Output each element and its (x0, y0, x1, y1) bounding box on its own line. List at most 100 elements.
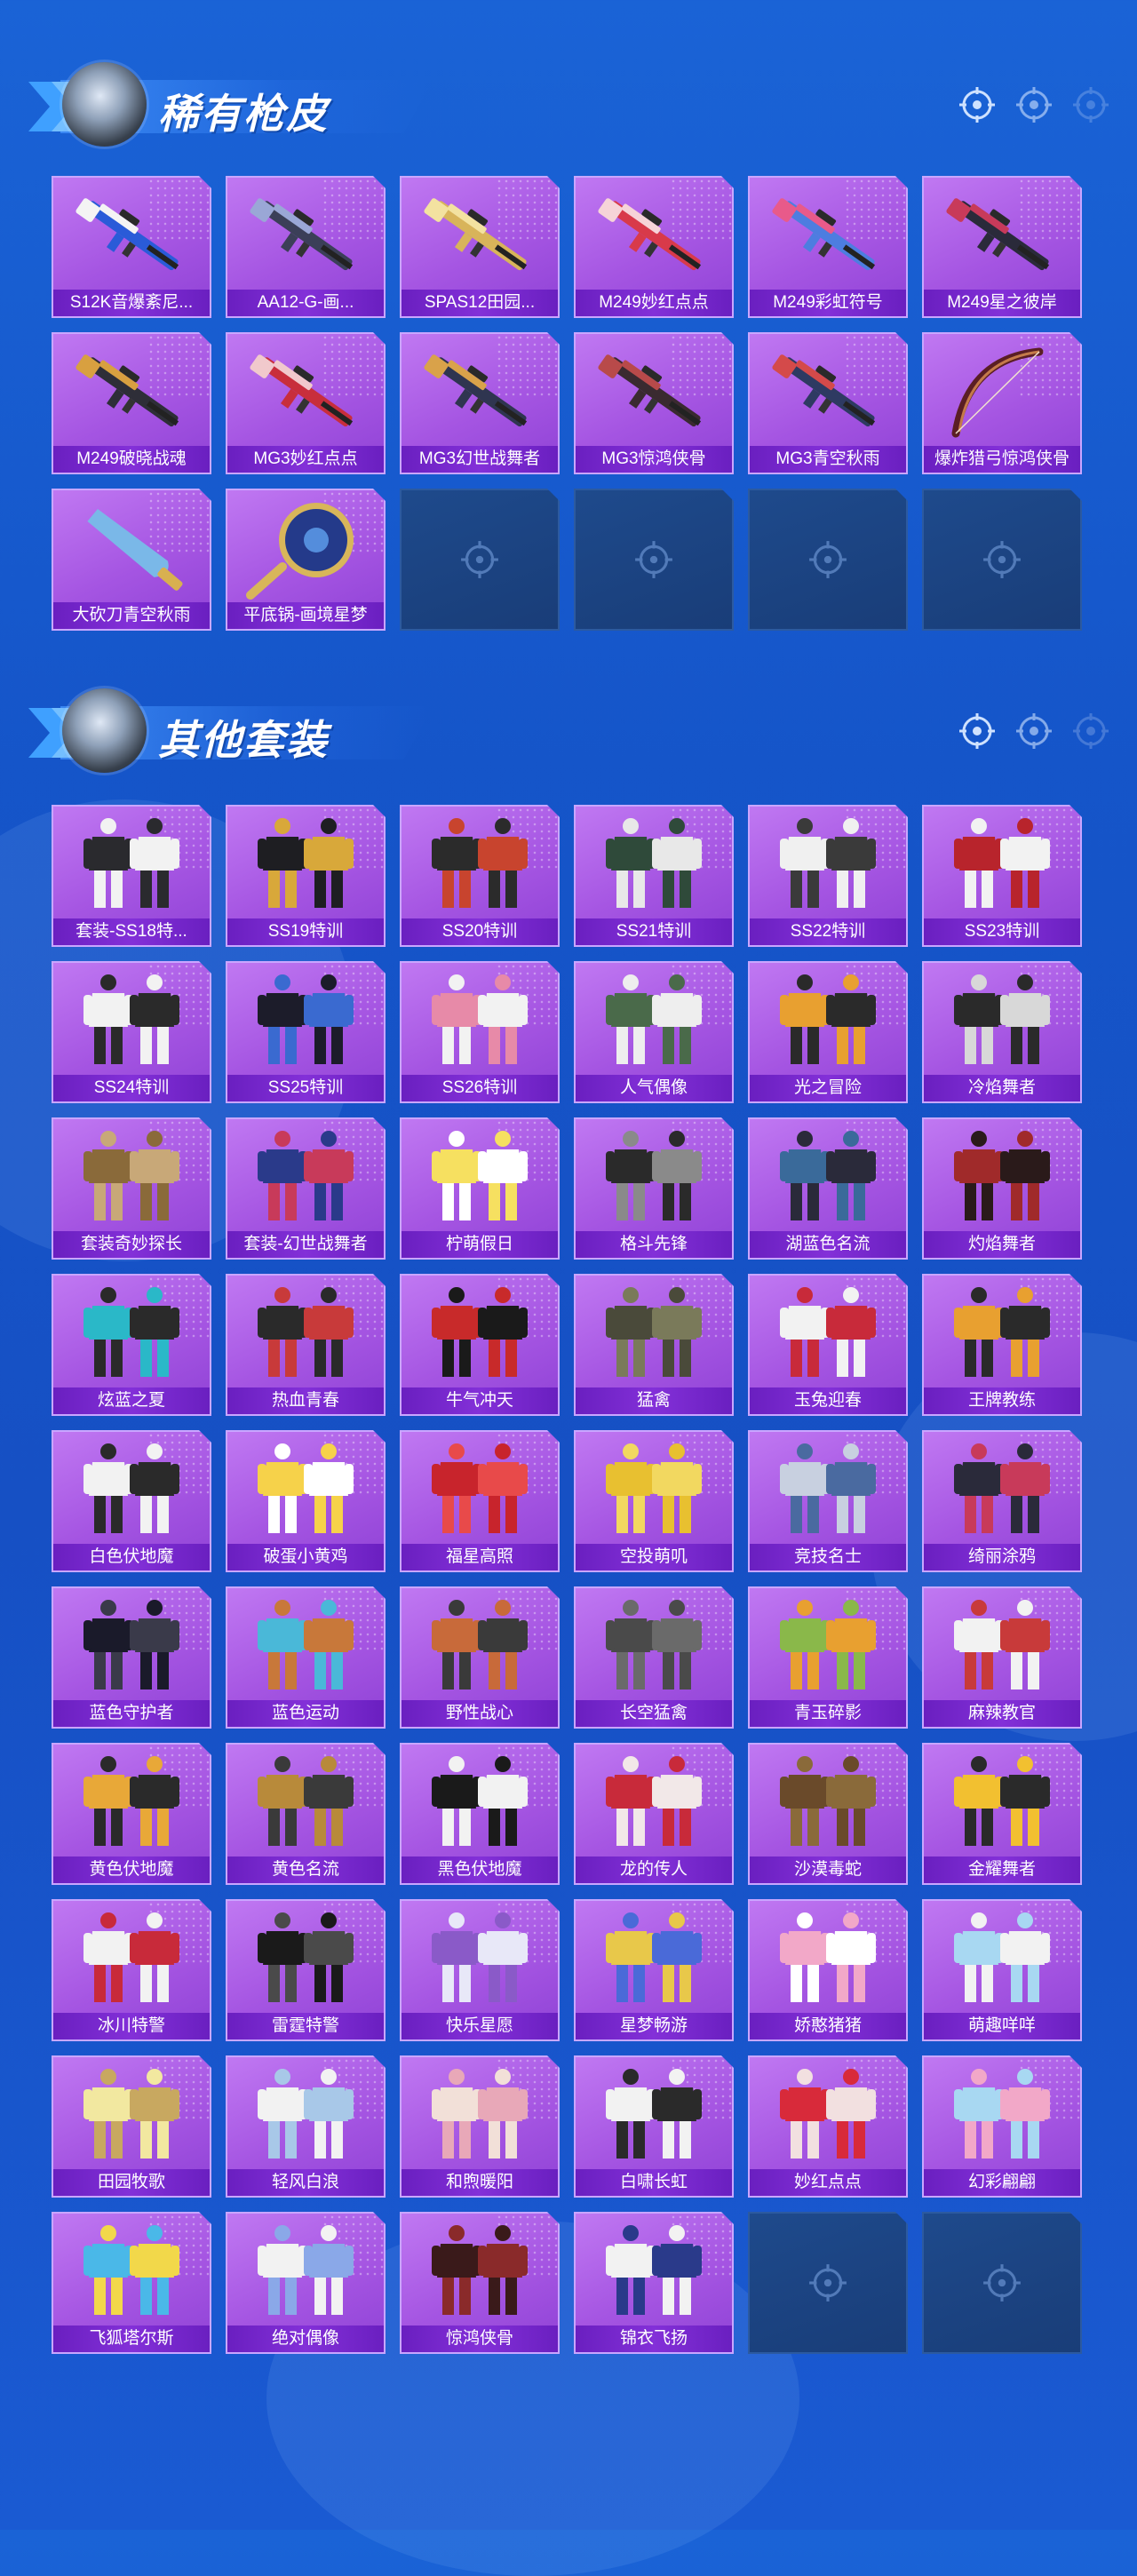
outfit-card[interactable]: 柠萌假日 (400, 1117, 560, 1260)
item-label: SS20特训 (402, 918, 558, 945)
gun-skin-card[interactable]: MG3惊鸿侠骨 (574, 332, 734, 474)
outfit-card[interactable]: 灼焰舞者 (922, 1117, 1082, 1260)
outfit-icon (236, 2064, 375, 2167)
outfit-card[interactable]: 轻风白浪 (226, 2055, 386, 2198)
item-label: 套装-SS18特... (53, 918, 210, 945)
outfit-card[interactable]: 娇憨猪猪 (748, 1899, 908, 2041)
outfit-card[interactable]: 雷霆特警 (226, 1899, 386, 2041)
item-label: 飞狐塔尔斯 (53, 2326, 210, 2352)
rare-gun-skins-grid: S12K音爆紊尼... AA12-G-画... SPAS12田园... M249妙红点… (52, 176, 1082, 631)
outfit-card[interactable]: 热血青春 (226, 1274, 386, 1416)
item-label: 冷焰舞者 (924, 1075, 1080, 1101)
outfit-card[interactable]: 竞技名士 (748, 1430, 908, 1572)
outfit-card[interactable]: 金耀舞者 (922, 1743, 1082, 1885)
empty-slot (922, 489, 1082, 631)
outfit-card[interactable]: 锦衣飞扬 (574, 2212, 734, 2354)
outfit-card[interactable]: 妙红点点 (748, 2055, 908, 2198)
outfit-icon (62, 1439, 201, 1542)
outfit-card[interactable]: 长空猛禽 (574, 1586, 734, 1729)
gun-skin-card[interactable]: MG3妙红点点 (226, 332, 386, 474)
gun-skin-card[interactable]: AA12-G-画... (226, 176, 386, 318)
outfit-icon (584, 2221, 723, 2324)
outfit-card[interactable]: 空投萌叽 (574, 1430, 734, 1572)
gun-skin-card[interactable]: M249星之彼岸 (922, 176, 1082, 318)
item-label: 玉兔迎春 (750, 1387, 906, 1414)
outfit-card[interactable]: 绮丽涂鸦 (922, 1430, 1082, 1572)
outfit-card[interactable]: 猛禽 (574, 1274, 734, 1416)
outfit-card[interactable]: 白色伏地魔 (52, 1430, 211, 1572)
outfit-card[interactable]: 福星高照 (400, 1430, 560, 1572)
outfit-card[interactable]: 白啸长虹 (574, 2055, 734, 2198)
item-label: 湖蓝色名流 (750, 1231, 906, 1258)
outfit-card[interactable]: 冰川特警 (52, 1899, 211, 2041)
outfit-icon (410, 970, 549, 1073)
outfit-card[interactable]: 萌趣咩咩 (922, 1899, 1082, 2041)
outfit-card[interactable]: 玉兔迎春 (748, 1274, 908, 1416)
outfit-card[interactable]: 湖蓝色名流 (748, 1117, 908, 1260)
outfit-card[interactable]: 快乐星愿 (400, 1899, 560, 2041)
outfit-card[interactable]: SS24特训 (52, 961, 211, 1103)
item-label: 空投萌叽 (576, 1544, 732, 1570)
gun-skin-card[interactable]: 爆炸猎弓惊鸿侠骨 (922, 332, 1082, 474)
outfit-card[interactable]: 麻辣教官 (922, 1586, 1082, 1729)
item-label: MG3惊鸿侠骨 (576, 446, 732, 473)
outfit-card[interactable]: 田园牧歌 (52, 2055, 211, 2198)
outfit-icon (584, 970, 723, 1073)
outfit-card[interactable]: SS20特训 (400, 805, 560, 947)
outfit-card[interactable]: SS26特训 (400, 961, 560, 1103)
outfit-card[interactable]: 套装奇妙探长 (52, 1117, 211, 1260)
outfit-card[interactable]: 套装-SS18特... (52, 805, 211, 947)
outfit-card[interactable]: SS19特训 (226, 805, 386, 947)
gun-skin-card[interactable]: MG3青空秋雨 (748, 332, 908, 474)
outfit-card[interactable]: 黄色名流 (226, 1743, 386, 1885)
item-label: S12K音爆紊尼... (53, 290, 210, 316)
gun-skin-card[interactable]: MG3幻世战舞者 (400, 332, 560, 474)
outfit-card[interactable]: 黄色伏地魔 (52, 1743, 211, 1885)
outfit-card[interactable]: 绝对偶像 (226, 2212, 386, 2354)
gun-skin-card[interactable]: S12K音爆紊尼... (52, 176, 211, 318)
item-label: 牛气冲天 (402, 1387, 558, 1414)
section-header-rare-gun-skins: 稀有枪皮 (27, 62, 1110, 151)
outfit-card[interactable]: 破蛋小黄鸡 (226, 1430, 386, 1572)
outfit-card[interactable]: 野性战心 (400, 1586, 560, 1729)
gun-skin-card[interactable]: 平底锅-画境星梦 (226, 489, 386, 631)
item-label: 幻彩翩翩 (924, 2169, 1080, 2196)
outfit-card[interactable]: 牛气冲天 (400, 1274, 560, 1416)
outfit-card[interactable]: 星梦畅游 (574, 1899, 734, 2041)
gun-skin-card[interactable]: M249破晓战魂 (52, 332, 211, 474)
outfit-card[interactable]: 套装-幻世战舞者 (226, 1117, 386, 1260)
gun-skin-card[interactable]: 大砍刀青空秋雨 (52, 489, 211, 631)
outfit-card[interactable]: 龙的传人 (574, 1743, 734, 1885)
rifle-icon (410, 185, 549, 288)
crosshair-icon (959, 713, 995, 749)
outfit-card[interactable]: SS22特训 (748, 805, 908, 947)
outfit-card[interactable]: SS25特训 (226, 961, 386, 1103)
outfit-card[interactable]: 蓝色运动 (226, 1586, 386, 1729)
outfit-card[interactable]: 冷焰舞者 (922, 961, 1082, 1103)
outfit-card[interactable]: 飞狐塔尔斯 (52, 2212, 211, 2354)
outfit-card[interactable]: 沙漠毒蛇 (748, 1743, 908, 1885)
outfit-card[interactable]: 人气偶像 (574, 961, 734, 1103)
outfit-card[interactable]: 和煦暖阳 (400, 2055, 560, 2198)
rifle-icon (62, 341, 201, 444)
section-title: 稀有枪皮 (158, 91, 329, 137)
outfit-card[interactable]: 王牌教练 (922, 1274, 1082, 1416)
outfit-card[interactable]: SS21特训 (574, 805, 734, 947)
gun-skin-card[interactable]: M249彩虹符号 (748, 176, 908, 318)
gun-skin-card[interactable]: SPAS12田园... (400, 176, 560, 318)
outfit-card[interactable]: 惊鸿侠骨 (400, 2212, 560, 2354)
outfit-card[interactable]: 幻彩翩翩 (922, 2055, 1082, 2198)
crosshair-icon (459, 539, 500, 580)
item-label: 平底锅-画境星梦 (227, 602, 384, 629)
outfit-card[interactable]: 蓝色守护者 (52, 1586, 211, 1729)
item-label: 蓝色运动 (227, 1700, 384, 1727)
outfit-card[interactable]: 光之冒险 (748, 961, 908, 1103)
outfit-card[interactable]: 青玉碎影 (748, 1586, 908, 1729)
outfit-icon (410, 814, 549, 917)
outfit-card[interactable]: 炫蓝之夏 (52, 1274, 211, 1416)
outfit-card[interactable]: 黑色伏地魔 (400, 1743, 560, 1885)
outfit-icon (933, 1439, 1071, 1542)
outfit-card[interactable]: SS23特训 (922, 805, 1082, 947)
gun-skin-card[interactable]: M249妙红点点 (574, 176, 734, 318)
outfit-card[interactable]: 格斗先锋 (574, 1117, 734, 1260)
